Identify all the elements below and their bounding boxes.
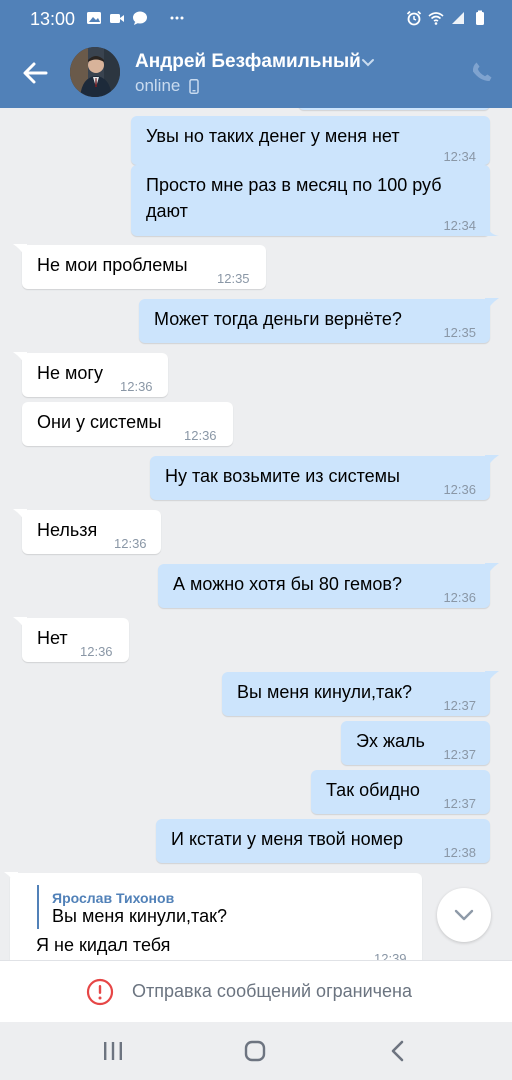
scroll-to-bottom-button[interactable] [437, 888, 491, 942]
message-text: Эх жаль [356, 731, 425, 751]
message-bubble-outgoing[interactable]: А можно хотя бы 80 гемов? 12:36 [158, 563, 499, 608]
messaging-restricted-bar: Отправка сообщений ограничена [0, 960, 512, 1022]
message-bubble-partial[interactable] [298, 108, 490, 110]
message-time: 12:36 [443, 590, 476, 605]
system-navigation-bar [0, 1022, 512, 1080]
message-text: Нельзя [37, 520, 98, 540]
message-text: Ну так возьмите из системы [165, 466, 400, 486]
bubble-tail [485, 671, 499, 687]
bubble-tail [4, 872, 18, 888]
alarm-icon [406, 10, 422, 26]
message-bubble-incoming[interactable]: Они у системы 12:36 [22, 402, 233, 446]
recent-apps-icon[interactable] [100, 1038, 126, 1064]
video-icon [110, 14, 124, 23]
message-bubble-incoming[interactable]: Нельзя 12:36 [13, 509, 161, 554]
message-time: 12:36 [443, 482, 476, 497]
message-bubble-outgoing[interactable]: Вы меня кинули,так? 12:37 [222, 671, 499, 716]
message-text: И кстати у меня твой номер [171, 829, 404, 849]
home-icon[interactable] [242, 1038, 268, 1064]
bubble-tail [13, 617, 27, 633]
status-bar: 13:00 [0, 0, 512, 38]
message-text: Нет [37, 628, 68, 648]
bubble-tail [485, 455, 499, 471]
message-text-line2: дают [146, 201, 188, 221]
chat-icon [133, 11, 147, 25]
bubble-tail [485, 563, 499, 579]
message-text: Вы меня кинули,так? [237, 682, 412, 702]
bubble-tail [13, 509, 27, 525]
message-text: Они у системы [37, 412, 162, 432]
message-list[interactable]: Увы но таких денег у меня нет 12:34 Прос… [0, 108, 512, 960]
message-time: 12:36 [184, 428, 217, 443]
reply-text: Вы меня кинули,так? [52, 906, 227, 926]
back-arrow-icon[interactable] [20, 58, 50, 88]
phone-call-icon[interactable] [470, 60, 494, 84]
message-text: Не могу [37, 363, 103, 383]
reply-quote[interactable]: Ярослав Тихонов Вы меня кинули,так? [37, 885, 337, 929]
message-time: 12:35 [443, 325, 476, 340]
chat-header: 13:00 Андрей Безфамильный online [0, 0, 512, 108]
message-bubble-incoming[interactable]: Не мои проблемы 12:35 [13, 244, 266, 289]
mobile-phone-icon [189, 79, 199, 94]
message-bubble-outgoing[interactable]: Эх жаль 12:37 [341, 721, 490, 765]
message-text: Увы но таких денег у меня нет [146, 126, 400, 146]
battery-icon [476, 10, 484, 25]
message-time: 12:37 [443, 747, 476, 762]
message-bubble-outgoing[interactable]: Так обидно 12:37 [311, 770, 490, 814]
message-time: 12:37 [443, 698, 476, 713]
message-bubble-outgoing[interactable]: Просто мне раз в месяц по 100 руб дают 1… [131, 165, 499, 236]
message-text: Так обидно [326, 780, 420, 800]
back-icon[interactable] [386, 1038, 412, 1064]
wifi-icon [428, 12, 444, 25]
contact-name[interactable]: Андрей Безфамильный [135, 51, 361, 73]
message-bubble-outgoing[interactable]: Ну так возьмите из системы 12:36 [150, 455, 499, 500]
bubble-tail [485, 298, 499, 314]
message-time: 12:38 [443, 845, 476, 860]
message-time: 12:39 [374, 951, 407, 960]
message-time: 12:36 [114, 536, 147, 551]
message-bubble-outgoing[interactable]: Может тогда деньги вернёте? 12:35 [139, 298, 499, 343]
message-time: 12:36 [80, 644, 113, 659]
chevron-down-icon [454, 909, 474, 921]
image-icon [87, 12, 101, 24]
more-dots-icon [170, 16, 184, 20]
message-time: 12:34 [443, 218, 476, 233]
message-text: А можно хотя бы 80 гемов? [173, 574, 402, 594]
message-bubble-incoming[interactable]: Ярослав Тихонов Вы меня кинули,так? Я не… [4, 872, 422, 960]
alert-circle-icon [86, 978, 114, 1006]
message-time: 12:35 [217, 271, 250, 286]
bubble-tail [13, 352, 27, 368]
presence-status: online [135, 76, 181, 95]
avatar[interactable] [70, 47, 120, 97]
avatar-photo [70, 47, 120, 97]
status-time: 13:00 [30, 9, 76, 29]
bubble-tail [13, 244, 27, 260]
message-time: 12:36 [120, 379, 153, 394]
restriction-message: Отправка сообщений ограничена [132, 981, 412, 1001]
message-bubble-incoming[interactable]: Нет 12:36 [13, 617, 129, 662]
message-text: Не мои проблемы [37, 255, 188, 275]
message-text: Я не кидал тебя [36, 935, 171, 955]
message-text: Может тогда деньги вернёте? [154, 309, 402, 329]
message-bubble-outgoing[interactable]: Увы но таких денег у меня нет 12:34 [131, 116, 490, 165]
message-bubble-outgoing[interactable]: И кстати у меня твой номер 12:38 [156, 819, 490, 863]
signal-icon [452, 12, 464, 24]
message-time: 12:37 [443, 796, 476, 811]
message-text: Просто мне раз в месяц по 100 руб [146, 175, 442, 195]
message-bubble-incoming[interactable]: Не могу 12:36 [13, 352, 168, 397]
chevron-down-icon[interactable] [360, 56, 376, 70]
bubble-tail [485, 220, 499, 236]
